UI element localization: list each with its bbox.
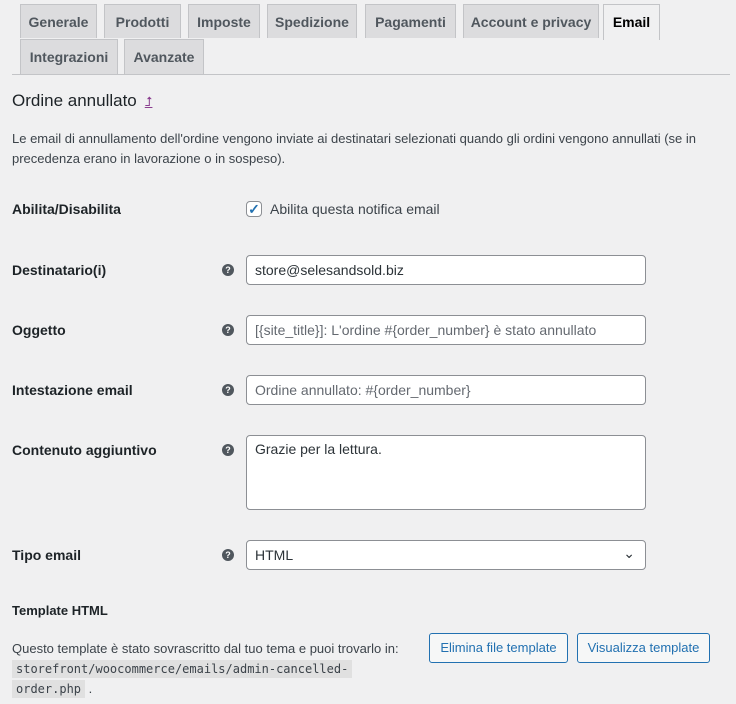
additional-content-textarea[interactable]: Grazie per la lettura. bbox=[246, 435, 646, 510]
view-template-button[interactable]: Visualizza template bbox=[577, 633, 710, 663]
email-type-select[interactable]: HTML ⌄ bbox=[246, 540, 646, 570]
template-text: Questo template è stato sovrascritto dal… bbox=[12, 641, 399, 656]
tab-prodotti[interactable]: Prodotti bbox=[104, 4, 181, 38]
back-up-icon[interactable]: ⮥ bbox=[145, 94, 153, 109]
heading-input[interactable]: Ordine annullato: #{order_number} bbox=[246, 375, 646, 405]
help-icon[interactable]: ? bbox=[222, 264, 234, 276]
template-info: Questo template è stato sovrascritto dal… bbox=[12, 639, 412, 699]
tab-email[interactable]: Email bbox=[603, 4, 660, 40]
additional-content-label: Contenuto aggiuntivo bbox=[12, 442, 157, 458]
enable-label: Abilita/Disabilita bbox=[12, 201, 121, 217]
tabs-divider bbox=[12, 74, 730, 75]
tab-account-privacy[interactable]: Account e privacy bbox=[463, 4, 599, 38]
help-icon[interactable]: ? bbox=[222, 324, 234, 336]
enable-checkbox-label[interactable]: Abilita questa notifica email bbox=[270, 201, 440, 217]
help-icon[interactable]: ? bbox=[222, 549, 234, 561]
email-type-label: Tipo email bbox=[12, 547, 81, 563]
subject-label: Oggetto bbox=[12, 322, 66, 338]
tab-generale[interactable]: Generale bbox=[20, 4, 97, 38]
chevron-down-icon: ⌄ bbox=[623, 545, 635, 561]
template-path-end: order.php bbox=[12, 680, 86, 698]
description: Le email di annullamento dell'ordine ven… bbox=[12, 131, 696, 166]
subject-input[interactable]: [{site_title}]: L'ordine #{order_number}… bbox=[246, 315, 646, 345]
tab-integrazioni[interactable]: Integrazioni bbox=[20, 39, 118, 74]
template-suffix: . bbox=[88, 681, 93, 696]
title-text: Ordine annullato bbox=[12, 91, 137, 110]
help-icon[interactable]: ? bbox=[222, 444, 234, 456]
delete-template-button[interactable]: Elimina file template bbox=[429, 633, 568, 663]
tab-imposte[interactable]: Imposte bbox=[188, 4, 260, 38]
help-icon[interactable]: ? bbox=[222, 384, 234, 396]
email-type-value: HTML bbox=[255, 547, 294, 563]
tab-pagamenti[interactable]: Pagamenti bbox=[365, 4, 456, 38]
recipient-label: Destinatario(i) bbox=[12, 262, 107, 278]
template-heading: Template HTML bbox=[12, 603, 108, 618]
tab-spedizione[interactable]: Spedizione bbox=[267, 4, 357, 38]
page-title: Ordine annullato ⮥ bbox=[12, 91, 152, 111]
template-path: storefront/woocommerce/emails/admin-canc… bbox=[12, 660, 353, 678]
recipient-input[interactable]: store@selesandsold.biz bbox=[246, 255, 646, 285]
heading-label: Intestazione email bbox=[12, 382, 133, 398]
tab-avanzate[interactable]: Avanzate bbox=[124, 39, 204, 74]
enable-checkbox[interactable]: ✓ bbox=[246, 201, 262, 217]
